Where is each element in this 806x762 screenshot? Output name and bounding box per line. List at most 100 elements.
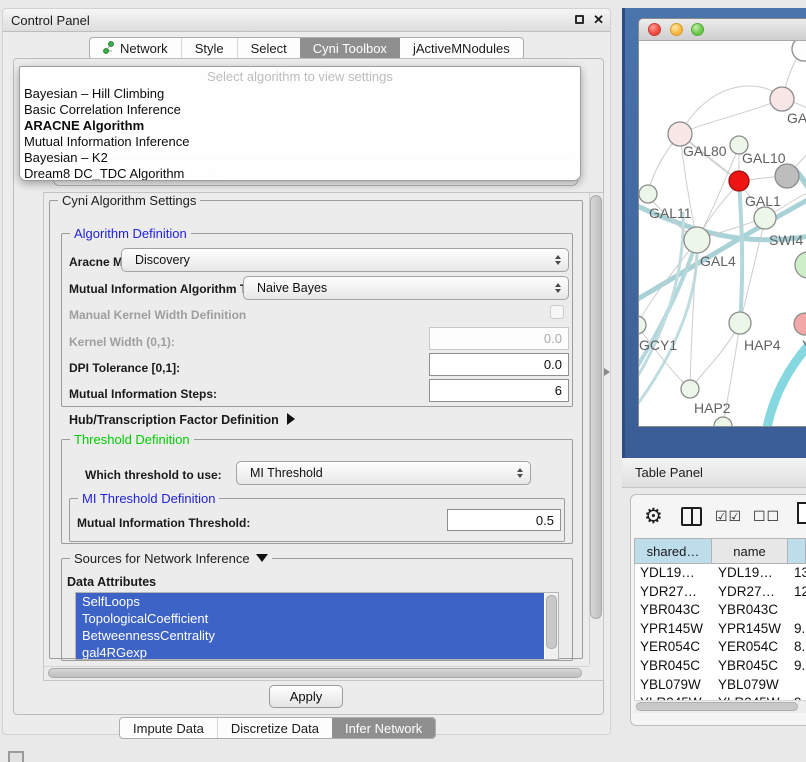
float-panel-icon[interactable] <box>575 15 584 24</box>
table-row[interactable]: YPR145WYPR145W9. <box>635 620 806 639</box>
network-edge[interactable] <box>690 323 740 389</box>
node-label-hap4: HAP4 <box>744 337 781 353</box>
mutual-information-threshold-input[interactable]: 0.5 <box>447 509 561 531</box>
network-edge[interactable] <box>697 147 739 240</box>
network-node-node-top-right[interactable] <box>792 41 806 61</box>
table-cell: 13 <box>789 564 806 583</box>
mi-algorithm-type-value: Naive Bayes <box>257 281 327 295</box>
network-node-pink-right[interactable] <box>794 313 806 335</box>
table-cell: YDL19… <box>713 564 789 583</box>
table-row[interactable]: YDR27…YDR27…12 <box>635 583 806 602</box>
table-hscrollbar-thumb[interactable] <box>636 702 798 711</box>
sources-title[interactable]: Sources for Network Inference <box>70 551 272 566</box>
column-header-name[interactable]: name <box>712 538 788 564</box>
network-node-gray-node[interactable] <box>775 164 799 188</box>
algorithm-option-dream8-dc-tdc-algorithm[interactable]: Dream8 DC_TDC Algorithm <box>20 166 580 181</box>
manual-kernel-width-checkbox[interactable] <box>550 305 564 319</box>
zoom-window-icon[interactable] <box>691 23 704 36</box>
aracne-mode-combo[interactable]: Discovery <box>121 248 569 272</box>
select-all-checkboxes-icon[interactable]: ☑☑ <box>715 508 742 525</box>
hub-section-toggle[interactable]: Hub/Transcription Factor Definition <box>69 413 295 427</box>
node-label-gcy1: GCY1 <box>639 337 677 353</box>
attribute-item-selfloops[interactable]: SelfLoops <box>76 593 544 610</box>
node-label-gal80: GAL80 <box>683 143 727 159</box>
network-node-gal-partial[interactable] <box>770 87 794 111</box>
network-edge[interactable] <box>680 86 782 134</box>
gear-icon[interactable]: ⚙ <box>644 504 663 529</box>
network-node-big-green[interactable] <box>795 252 806 278</box>
table-row[interactable]: YBL079WYBL079W <box>635 676 806 695</box>
tab-network[interactable]: Network <box>90 38 181 59</box>
column-header-shared[interactable]: shared… <box>634 538 712 564</box>
algorithm-dropdown-list: Bayesian – Hill ClimbingBasic Correlatio… <box>20 86 580 181</box>
table-row[interactable]: YBR045CYBR045C9. <box>635 657 806 676</box>
network-node-gal4[interactable] <box>684 227 710 253</box>
kernel-width-input[interactable]: 0.0 <box>429 327 569 350</box>
table-header: shared…name <box>634 538 806 564</box>
expanded-arrow-icon <box>256 554 268 562</box>
settings-hscrollbar-thumb[interactable] <box>48 668 582 678</box>
close-window-icon[interactable] <box>648 23 661 36</box>
node-label-gal-partial: GAL <box>787 110 806 126</box>
stepper-icon <box>555 255 561 265</box>
network-node-hap4[interactable] <box>729 312 751 334</box>
tab-select[interactable]: Select <box>237 38 300 59</box>
network-edge[interactable] <box>739 183 742 323</box>
minimize-window-icon[interactable] <box>670 23 683 36</box>
network-node-swi4[interactable] <box>754 207 776 229</box>
table-row[interactable]: YER054CYER054C8. <box>635 638 806 657</box>
close-panel-icon[interactable]: ✕ <box>593 12 604 28</box>
mutual-information-threshold-value: 0.5 <box>536 513 554 528</box>
dpi-tolerance-label: DPI Tolerance [0,1]: <box>69 361 180 375</box>
tab-style[interactable]: Style <box>181 38 237 59</box>
mi-algorithm-type-combo[interactable]: Naive Bayes <box>243 276 569 300</box>
tab-cyni-toolbox[interactable]: Cyni Toolbox <box>300 38 400 59</box>
network-node-node-bottom[interactable] <box>714 417 732 427</box>
tab-infer-network[interactable]: Infer Network <box>332 718 435 738</box>
network-node-gal11[interactable] <box>639 185 657 203</box>
minimized-panel-icon[interactable] <box>8 751 24 762</box>
mi-steps-label: Mutual Information Steps: <box>69 387 217 401</box>
attribute-item-gal4rgexp[interactable]: gal4RGexp <box>76 644 544 660</box>
network-svg[interactable]: GALGAL80GAL10GAL1GAL11SWI4GAL4GCY1HAP4YH… <box>639 41 806 427</box>
sources-title-text: Sources for Network Inference <box>74 551 250 566</box>
columns-icon[interactable] <box>681 507 702 526</box>
network-edge[interactable] <box>639 213 683 387</box>
attribute-item-topologicalcoefficient[interactable]: TopologicalCoefficient <box>76 610 544 627</box>
data-attributes-list: SelfLoopsTopologicalCoefficientBetweenne… <box>75 592 559 660</box>
network-node-hap2[interactable] <box>681 380 699 398</box>
split-pane-arrow[interactable] <box>604 368 610 376</box>
mi-steps-input[interactable]: 6 <box>429 379 569 402</box>
attribute-item-betweennesscentrality[interactable]: BetweennessCentrality <box>76 627 544 644</box>
network-edge[interactable] <box>680 99 782 134</box>
algorithm-option-bayesian-hill-climbing[interactable]: Bayesian – Hill Climbing <box>20 86 580 102</box>
cyni-algorithm-settings-title: Cyni Algorithm Settings <box>58 193 200 208</box>
deselect-all-checkboxes-icon[interactable]: ☐☐ <box>753 508 780 525</box>
dpi-tolerance-input[interactable]: 0.0 <box>429 353 569 376</box>
apply-button[interactable]: Apply <box>269 685 343 708</box>
document-icon[interactable] <box>797 502 806 524</box>
tab-jactivemnodules[interactable]: jActiveMNodules <box>400 38 523 59</box>
which-threshold-combo[interactable]: MI Threshold <box>236 461 531 485</box>
table-cell <box>789 601 806 620</box>
tab-discretize-data[interactable]: Discretize Data <box>217 718 332 738</box>
table-panel-titlebar[interactable]: Table Panel <box>622 458 806 488</box>
column-header-2[interactable] <box>788 538 806 564</box>
control-panel: Control Panel ✕ NetworkStyleSelectCyni T… <box>2 8 611 735</box>
attributes-scrollbar-thumb[interactable] <box>546 595 557 649</box>
tab-impute-data[interactable]: Impute Data <box>120 718 217 738</box>
algorithm-option-aracne-algorithm[interactable]: ARACNE Algorithm <box>20 118 580 134</box>
network-node-gal1[interactable] <box>729 171 749 191</box>
table-panel-title: Table Panel <box>635 465 703 480</box>
algorithm-definition-title: Algorithm Definition <box>70 226 191 241</box>
algorithm-option-mutual-information-inference[interactable]: Mutual Information Inference <box>20 134 580 150</box>
table-row[interactable]: YDL19…YDL19…13 <box>635 564 806 583</box>
network-node-gcy1[interactable] <box>639 316 646 334</box>
algorithm-option-bayesian-k2[interactable]: Bayesian – K2 <box>20 150 580 166</box>
settings-vscrollbar-thumb[interactable] <box>590 195 602 619</box>
table-row[interactable]: YBR043CYBR043C <box>635 601 806 620</box>
network-window-titlebar[interactable] <box>639 19 806 41</box>
control-panel-titlebar[interactable]: Control Panel ✕ <box>3 9 610 32</box>
network-edge[interactable] <box>639 325 690 389</box>
algorithm-option-basic-correlation-inference[interactable]: Basic Correlation Inference <box>20 102 580 118</box>
